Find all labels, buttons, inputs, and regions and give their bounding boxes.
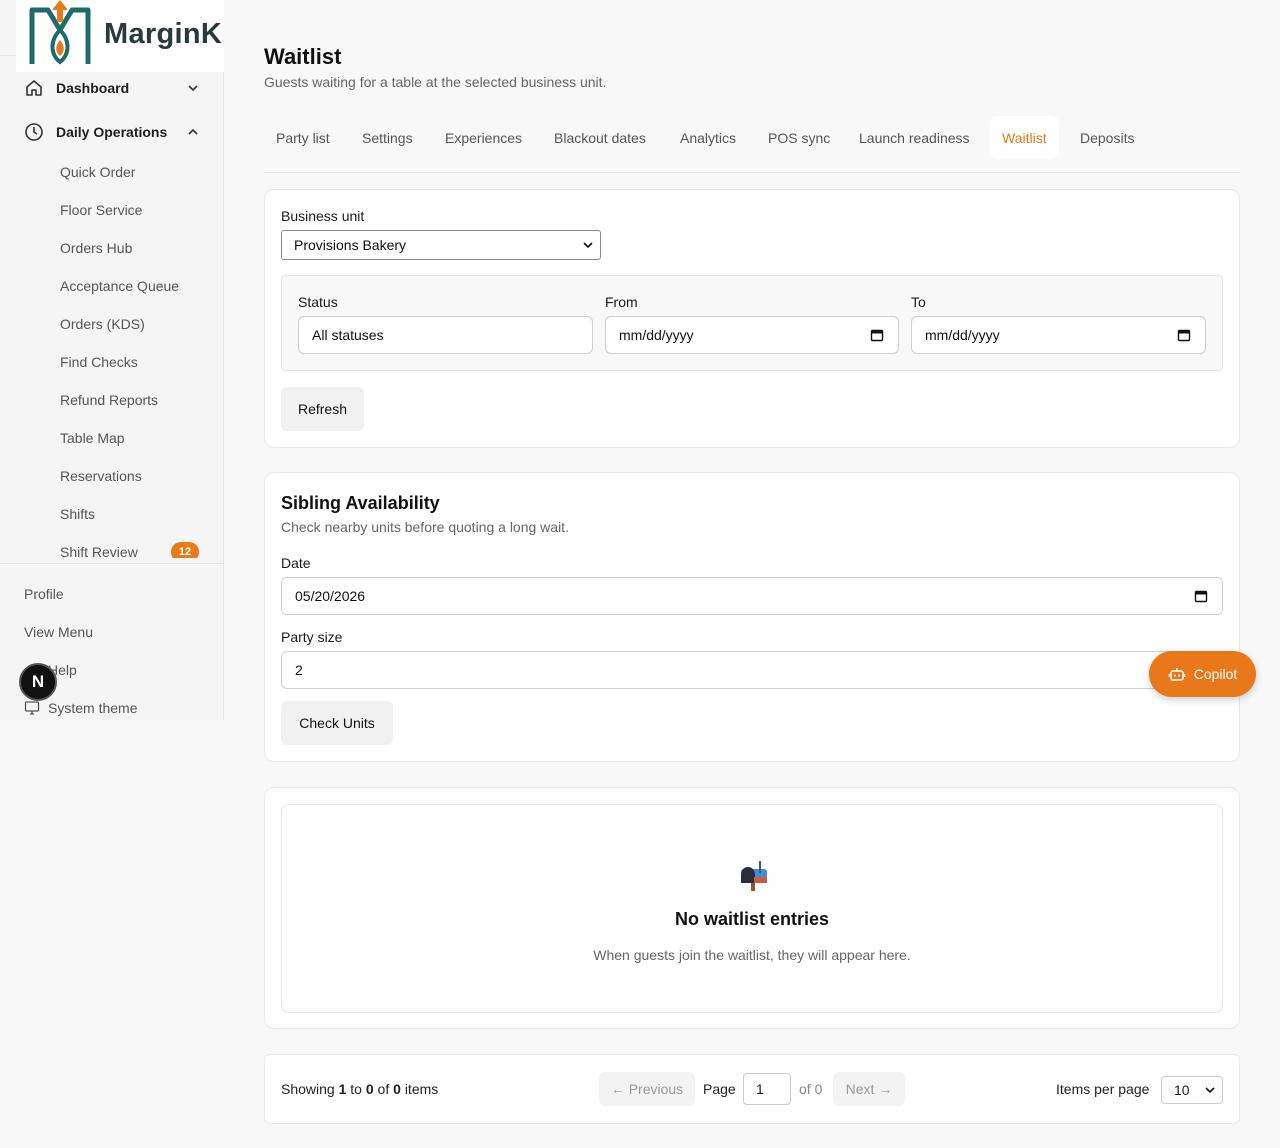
sidebar-item-orders-hub[interactable]: Orders Hub [60, 238, 200, 258]
sidebar-item-quick-order[interactable]: Quick Order [60, 162, 200, 182]
chevron-down-icon [583, 242, 593, 249]
sidebar: MarginK Dashboard Daily Operations Quick… [0, 0, 224, 720]
pagination-summary: Showing 1 to 0 of 0 items [281, 1081, 438, 1097]
party-size-value: 2 [295, 662, 303, 678]
clock-icon [25, 123, 43, 141]
robot-icon [1168, 668, 1185, 681]
page-subtitle: Guests waiting for a table at the select… [264, 74, 607, 90]
sibling-subtitle: Check nearby units before quoting a long… [281, 519, 569, 535]
items-per-page-value: 10 [1174, 1082, 1190, 1098]
filters-card: Business unit Provisions Bakery Status A… [264, 189, 1240, 448]
sibling-availability-card: Sibling Availability Check nearby units … [264, 472, 1240, 762]
items-per-page-select[interactable]: 10 [1161, 1076, 1223, 1104]
to-date-placeholder: mm/dd/yyyy [925, 327, 1000, 343]
empty-state: No waitlist entries When guests join the… [281, 804, 1223, 1013]
showing-prefix: Showing [281, 1081, 335, 1097]
waitlist-entries-card: No waitlist entries When guests join the… [264, 787, 1240, 1029]
shift-review-count-badge: 12 [171, 542, 199, 558]
date-label: Date [281, 555, 311, 571]
check-units-button[interactable]: Check Units [281, 701, 393, 745]
from-date-placeholder: mm/dd/yyyy [619, 327, 694, 343]
nav-group-label: Dashboard [56, 80, 130, 96]
from-label: From [605, 294, 638, 310]
of-word: of [377, 1081, 390, 1097]
calendar-icon[interactable] [1177, 328, 1191, 342]
tab-analytics[interactable]: Analytics [668, 116, 748, 159]
page-label: Page [703, 1081, 736, 1097]
party-size-label: Party size [281, 629, 343, 645]
calendar-icon[interactable] [870, 328, 884, 342]
tab-settings[interactable]: Settings [350, 116, 425, 159]
chevron-down-icon [1205, 1087, 1215, 1094]
items-per-page-label: Items per page [1056, 1081, 1150, 1097]
sidebar-item-table-map[interactable]: Table Map [60, 428, 200, 448]
empty-title: No waitlist entries [674, 909, 830, 929]
range-to: 0 [365, 1081, 374, 1097]
brand-logo-icon [29, 0, 91, 65]
sidebar-divider [0, 563, 224, 564]
business-unit-label: Business unit [281, 208, 365, 224]
date-input[interactable]: 05/20/2026 [281, 577, 1223, 615]
tab-blackout-dates[interactable]: Blackout dates [542, 116, 658, 159]
brand-logo[interactable]: MarginK [16, 0, 224, 72]
nav-group-dashboard[interactable]: Dashboard [24, 76, 200, 100]
sidebar-item-reservations[interactable]: Reservations [60, 466, 200, 486]
page-of-total: of 0 [799, 1081, 823, 1097]
copilot-button[interactable]: Copilot [1149, 651, 1256, 697]
sidebar-view-menu-link[interactable]: View Menu [24, 622, 93, 642]
daily-operations-subnav: Quick Order Floor Service Orders Hub Acc… [0, 152, 224, 558]
date-value: 05/20/2026 [295, 588, 366, 604]
party-size-input[interactable]: 2 [281, 651, 1223, 689]
to-word: to [350, 1081, 362, 1097]
calendar-icon[interactable] [1194, 589, 1208, 603]
empty-subtitle: When guests join the waitlist, they will… [593, 947, 911, 963]
pagination: Showing 1 to 0 of 0 items ← Previous Pag… [264, 1054, 1240, 1124]
sibling-title: Sibling Availability [281, 493, 440, 513]
business-unit-select[interactable]: Provisions Bakery [281, 230, 601, 260]
range-from: 1 [338, 1081, 347, 1097]
tab-pos-sync[interactable]: POS sync [756, 116, 842, 159]
sidebar-item-acceptance-queue[interactable]: Acceptance Queue [60, 276, 200, 296]
nav-group-label: Daily Operations [56, 124, 168, 140]
theme-toggle-label: System theme [48, 700, 138, 716]
previous-page-button[interactable]: ← Previous [599, 1072, 695, 1106]
copilot-label: Copilot [1193, 666, 1238, 682]
tab-experiences[interactable]: Experiences [433, 116, 534, 159]
brand-name: MarginK [104, 18, 223, 50]
sidebar-item-refund-reports[interactable]: Refund Reports [60, 390, 200, 410]
refresh-button[interactable]: Refresh [281, 387, 364, 431]
tab-party-list[interactable]: Party list [264, 116, 342, 159]
total-count: 0 [393, 1081, 401, 1097]
chevron-down-icon [188, 85, 198, 92]
to-label: To [911, 294, 926, 310]
items-word: items [404, 1081, 439, 1097]
business-unit-value: Provisions Bakery [294, 237, 407, 253]
monitor-icon [24, 701, 40, 715]
to-date-input[interactable]: mm/dd/yyyy [911, 316, 1206, 354]
dev-tools-avatar[interactable]: N [19, 663, 57, 701]
filter-row: Status All statuses From mm/dd/yyyy To m… [281, 275, 1223, 371]
sidebar-item-shifts[interactable]: Shifts [60, 504, 200, 524]
status-select[interactable]: All statuses [298, 316, 593, 354]
page-number-input[interactable]: 1 [743, 1073, 791, 1105]
mailbox-icon [741, 861, 767, 891]
page-title: Waitlist [264, 44, 342, 69]
theme-toggle[interactable]: System theme [24, 698, 137, 718]
next-page-button[interactable]: Next → [833, 1072, 905, 1106]
tab-waitlist[interactable]: Waitlist [990, 116, 1059, 159]
sidebar-item-find-checks[interactable]: Find Checks [60, 352, 200, 372]
sidebar-item-orders-kds[interactable]: Orders (KDS) [60, 314, 200, 334]
status-value: All statuses [312, 327, 384, 343]
logo-divider [0, 55, 16, 56]
tab-deposits[interactable]: Deposits [1068, 116, 1146, 159]
tab-bar: Party list Settings Experiences Blackout… [264, 116, 1240, 173]
chevron-up-icon [188, 128, 198, 135]
sidebar-profile-link[interactable]: Profile [24, 584, 64, 604]
home-icon [26, 80, 42, 96]
sidebar-item-floor-service[interactable]: Floor Service [60, 200, 200, 220]
nav-group-daily-operations[interactable]: Daily Operations [24, 120, 200, 144]
from-date-input[interactable]: mm/dd/yyyy [605, 316, 899, 354]
tab-launch-readiness[interactable]: Launch readiness [847, 116, 982, 159]
status-label: Status [298, 294, 338, 310]
